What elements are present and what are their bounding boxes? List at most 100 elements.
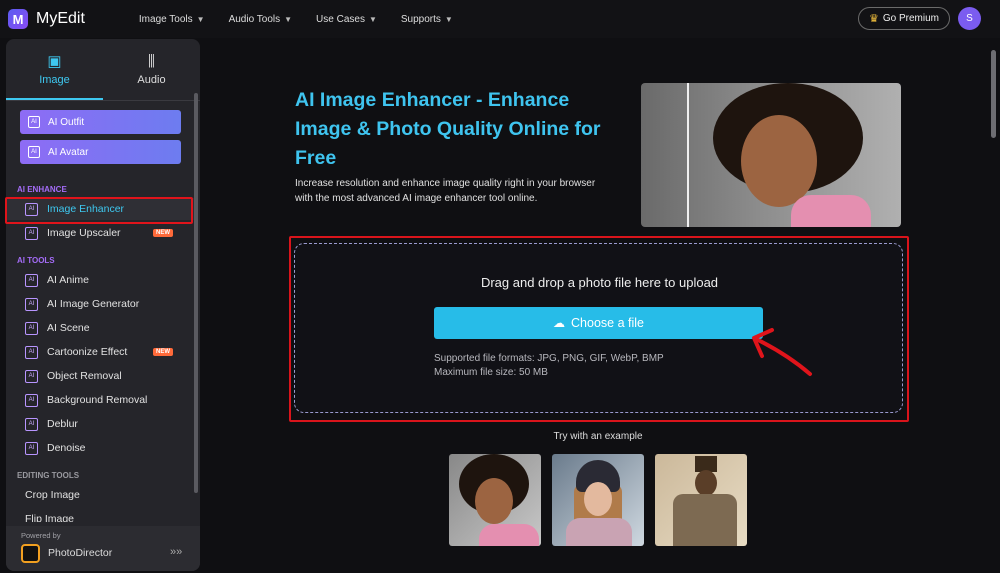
sidebar-item-ai-anime[interactable]: AI AI Anime [6, 269, 194, 291]
myedit-logo[interactable]: M MyEdit [8, 9, 85, 29]
chevron-down-icon: ▼ [196, 14, 205, 24]
item-label: AI Scene [47, 322, 90, 334]
tab-image[interactable]: ▣ Image [6, 39, 103, 100]
sidebar-menu: AI AI Outfit AI AI Avatar AI ENHANCE AI Ima… [6, 102, 200, 522]
sidebar-item-crop-image[interactable]: Crop Image [6, 484, 194, 506]
item-label: Background Removal [47, 394, 148, 406]
nav-label: Image Tools [138, 13, 193, 25]
scrollbar-thumb[interactable] [991, 50, 996, 138]
example-image-3[interactable] [655, 454, 747, 546]
sidebar-item-background-removal[interactable]: AI Background Removal [6, 389, 194, 411]
item-label: Object Removal [47, 370, 122, 382]
example-image-face [475, 478, 513, 524]
nav-use-cases[interactable]: Use Cases ▼ [316, 14, 377, 25]
comparison-slider-handle[interactable] [687, 83, 689, 227]
image-icon: ▣ [47, 52, 62, 70]
button-label: AI Avatar [48, 146, 89, 158]
app-name: MyEdit [36, 10, 85, 27]
ai-icon: AI [28, 116, 40, 128]
section-ai-enhance: AI ENHANCE [17, 185, 67, 194]
button-label: AI Outfit [48, 116, 85, 128]
ai-avatar-button[interactable]: AI AI Avatar [20, 140, 181, 164]
ai-icon: AI [25, 297, 38, 311]
ai-icon: AI [25, 273, 38, 287]
photodirector-name: PhotoDirector [48, 547, 113, 559]
tab-label: Audio [137, 74, 166, 86]
ai-icon: AI [25, 369, 38, 383]
item-label: AI Anime [47, 274, 90, 286]
waveform-icon: ⫼ [148, 53, 155, 70]
photodirector-icon [21, 544, 40, 563]
powered-by-footer[interactable]: Powered by PhotoDirector »» [6, 526, 200, 571]
crown-icon: ♛ [869, 13, 879, 25]
go-premium-button[interactable]: ♛ Go Premium [858, 7, 950, 30]
top-bar: M MyEdit Image Tools ▼ Audio Tools ▼ Use C… [0, 0, 1000, 38]
sidebar-item-ai-image-generator[interactable]: AI AI Image Generator [6, 293, 194, 315]
example-image-2[interactable] [552, 454, 644, 546]
highlight-box-sidebar [5, 197, 193, 224]
nav-image-tools[interactable]: Image Tools ▼ [139, 14, 205, 25]
new-badge: NEW [153, 229, 173, 237]
chevron-down-icon: ▼ [368, 14, 377, 24]
nav-audio-tools[interactable]: Audio Tools ▼ [229, 14, 292, 25]
red-arrow-annotation [752, 328, 812, 376]
item-label: Crop Image [25, 489, 80, 501]
example-image-face [695, 470, 717, 496]
item-label: Flip Image [25, 513, 75, 522]
ai-icon: AI [28, 146, 40, 158]
section-editing-tools: EDITING TOOLS [17, 471, 80, 480]
sidebar-item-object-removal[interactable]: AI Object Removal [6, 365, 194, 387]
example-image-1[interactable] [449, 454, 541, 546]
sidebar-item-image-upscaler[interactable]: AI Image Upscaler NEW [6, 222, 194, 244]
section-ai-tools: AI TOOLS [17, 256, 55, 265]
hero-image-shirt [791, 195, 871, 227]
item-label: Cartoonize Effect [47, 346, 128, 358]
ai-icon: AI [25, 441, 38, 455]
ai-icon: AI [25, 393, 38, 407]
item-label: AI Image Generator [47, 298, 140, 310]
tab-audio[interactable]: ⫼ Audio [103, 39, 200, 100]
examples-label: Try with an example [553, 431, 643, 442]
ai-icon: AI [25, 226, 38, 240]
chevron-down-icon: ▼ [284, 14, 293, 24]
cloud-upload-icon: ☁ [553, 316, 566, 330]
user-avatar[interactable]: S [958, 7, 981, 30]
sidebar-item-ai-scene[interactable]: AI AI Scene [6, 317, 194, 339]
sidebar: ▣ Image ⫼ Audio AI AI Outfit AI AI Avatar … [6, 39, 200, 571]
sidebar-item-flip-image[interactable]: Flip Image [6, 508, 194, 522]
example-image-robe [673, 494, 737, 546]
page-scrollbar[interactable] [990, 38, 998, 573]
nav-supports[interactable]: Supports ▼ [401, 14, 453, 25]
file-requirements: Supported file formats: JPG, PNG, GIF, W… [434, 352, 664, 380]
example-image-face [584, 482, 612, 516]
page-description: Increase resolution and enhance image qu… [295, 178, 596, 204]
page-title: AI Image Enhancer - Enhance Image & Phot… [295, 89, 601, 169]
item-label: Image Upscaler [47, 227, 121, 239]
example-image-scarf [566, 518, 632, 546]
hero-before-after-image [641, 83, 901, 227]
premium-label: Go Premium [882, 13, 939, 24]
item-label: Deblur [47, 418, 78, 430]
supported-formats: Supported file formats: JPG, PNG, GIF, W… [434, 353, 664, 364]
nav-label: Supports [400, 13, 441, 25]
button-label: Choose a file [571, 316, 644, 330]
ai-outfit-button[interactable]: AI AI Outfit [20, 110, 181, 134]
tab-label: Image [39, 73, 70, 86]
chevron-down-icon: ▼ [444, 14, 453, 24]
main-nav: Image Tools ▼ Audio Tools ▼ Use Cases ▼ Sup… [139, 14, 477, 25]
max-file-size: Maximum file size: 50 MB [434, 367, 548, 378]
logo-icon: M [8, 9, 28, 29]
nav-label: Use Cases [316, 13, 365, 25]
drop-instruction: Drag and drop a photo file here to uploa… [480, 275, 719, 290]
nav-label: Audio Tools [228, 13, 281, 25]
expand-arrows-icon[interactable]: »» [170, 546, 182, 558]
choose-file-button[interactable]: ☁ Choose a file [434, 307, 763, 339]
sidebar-item-cartoonize-effect[interactable]: AI Cartoonize Effect NEW [6, 341, 194, 363]
powered-by-label: Powered by [21, 531, 61, 540]
ai-icon: AI [25, 321, 38, 335]
example-image-shirt [479, 524, 539, 546]
item-label: Denoise [47, 442, 86, 454]
sidebar-tabs: ▣ Image ⫼ Audio [6, 39, 200, 101]
hero-image-face [741, 115, 817, 207]
ai-icon: AI [25, 417, 38, 431]
